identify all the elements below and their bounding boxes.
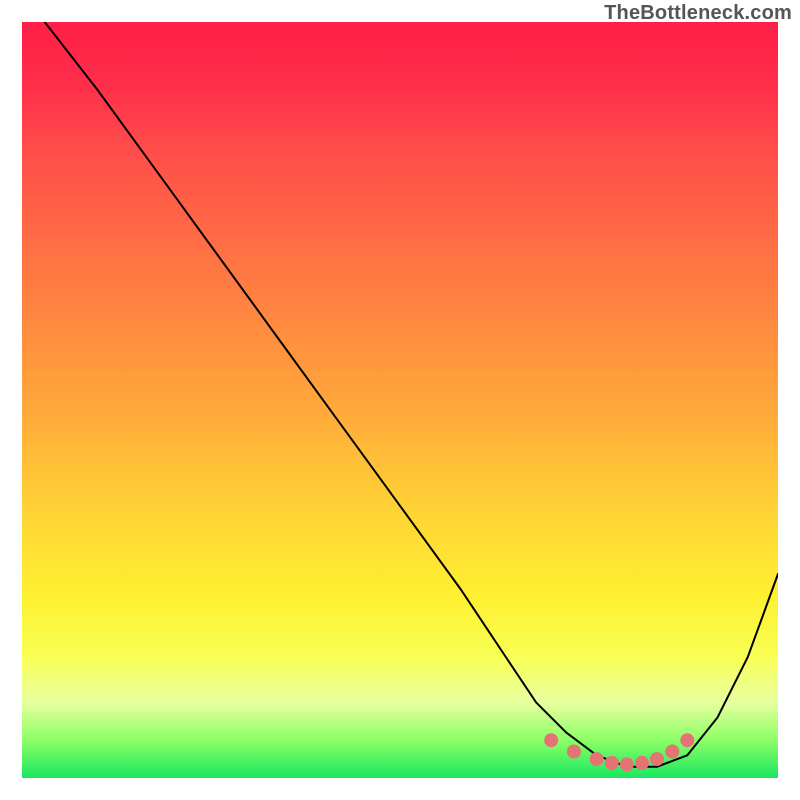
highlight-dot <box>665 745 679 759</box>
highlight-dot <box>680 733 694 747</box>
highlight-dot <box>605 756 619 770</box>
bottleneck-curve <box>45 22 778 767</box>
highlight-dot <box>650 752 664 766</box>
highlight-dot <box>635 756 649 770</box>
highlight-dot <box>590 752 604 766</box>
chart-container: TheBottleneck.com <box>0 0 800 800</box>
highlight-dot <box>544 733 558 747</box>
optimal-range-dots <box>544 733 694 771</box>
highlight-dot <box>567 745 581 759</box>
watermark-text: TheBottleneck.com <box>604 2 792 25</box>
chart-svg <box>22 22 778 778</box>
highlight-dot <box>620 757 634 771</box>
plot-area <box>22 22 778 778</box>
